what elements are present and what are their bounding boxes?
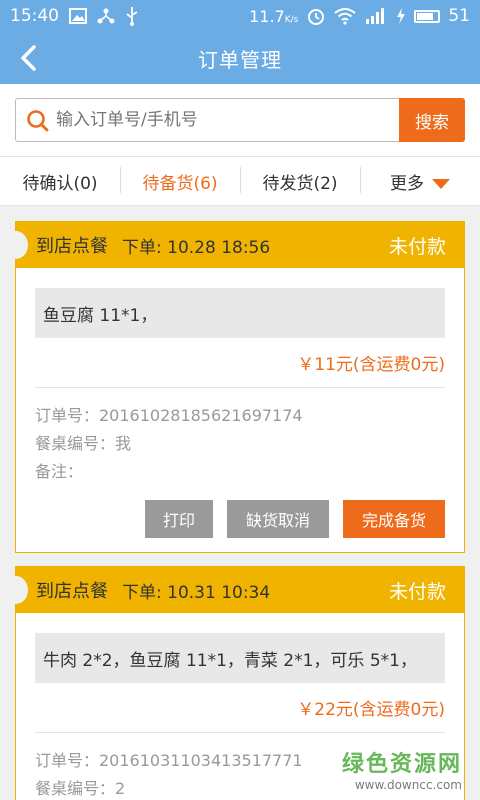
order-type: 到店点餐: [36, 581, 108, 602]
complete-stock-button[interactable]: 完成备货: [343, 500, 445, 538]
battery-icon: [414, 9, 441, 23]
search-area: 搜索: [0, 84, 480, 156]
watermark-url: www.downcc.com: [354, 778, 462, 792]
search-box: 搜索: [15, 98, 465, 142]
net-speed-unit: K/s: [284, 14, 299, 25]
watermark: 绿色资源网 www.downcc.com: [342, 746, 462, 792]
nav-bar: 订单管理: [0, 32, 480, 84]
share-icon: [97, 8, 115, 24]
tab-pending-ship[interactable]: 待发货(2): [240, 166, 360, 194]
order-time: 下单: 10.28 18:56: [122, 237, 271, 258]
order-tabs: 待确认(0) 待备货(6) 待发货(2) 更多: [0, 156, 480, 206]
order-actions: 打印 缺货取消 完成备货: [35, 500, 445, 538]
order-items: 鱼豆腐 11*1，: [35, 288, 445, 338]
caret-down-icon: [432, 178, 450, 189]
battery-level: 51: [448, 6, 470, 26]
print-button[interactable]: 打印: [145, 500, 213, 538]
usb-icon: [126, 7, 138, 26]
divider: [35, 387, 445, 388]
out-of-stock-cancel-button[interactable]: 缺货取消: [227, 500, 329, 538]
divider: [35, 732, 445, 733]
alarm-icon: [308, 9, 325, 25]
order-price: ￥11元(含运费0元): [297, 355, 445, 375]
tab-more-label: 更多: [390, 173, 424, 194]
tab-pending-confirm[interactable]: 待确认(0): [0, 169, 120, 194]
order-card-header: 到店点餐 下单: 10.28 18:56 未付款: [4, 222, 464, 268]
order-note: 备注：: [35, 462, 84, 481]
signal-icon: [366, 8, 385, 24]
chevron-left-icon[interactable]: [14, 42, 46, 74]
wifi-icon: [334, 8, 356, 25]
search-input[interactable]: [56, 99, 396, 141]
table-number: 餐桌编号：我: [35, 434, 132, 453]
watermark-title: 绿色资源网: [341, 752, 462, 777]
order-card[interactable]: 到店点餐 下单: 10.28 18:56 未付款 鱼豆腐 11*1， ￥11元(…: [4, 221, 465, 553]
payment-status: 未付款: [388, 235, 446, 258]
charging-icon: [397, 8, 406, 24]
image-icon: [69, 8, 87, 24]
order-meta: 订单号：20161028185621697174 餐桌编号：我 备注：: [35, 402, 445, 486]
order-type: 到店点餐: [36, 236, 108, 257]
page-title: 订单管理: [198, 47, 282, 72]
search-button[interactable]: 搜索: [399, 98, 465, 142]
status-bar: 15:40 11.7K/s 51: [0, 0, 480, 32]
order-price: ￥22元(含运费0元): [297, 700, 445, 720]
order-number: 订单号：20161028185621697174: [35, 406, 303, 425]
tab-pending-stock[interactable]: 待备货(6): [120, 166, 240, 194]
order-items: 牛肉 2*2，鱼豆腐 11*1，青菜 2*1，可乐 5*1，: [35, 633, 445, 683]
order-card-header: 到店点餐 下单: 10.31 10:34 未付款: [4, 567, 464, 613]
payment-status: 未付款: [388, 580, 446, 603]
order-time: 下单: 10.31 10:34: [122, 582, 271, 603]
search-icon: [27, 110, 49, 132]
tab-more[interactable]: 更多: [360, 166, 480, 194]
net-speed: 11.7: [249, 6, 285, 26]
status-time: 15:40: [10, 6, 59, 26]
